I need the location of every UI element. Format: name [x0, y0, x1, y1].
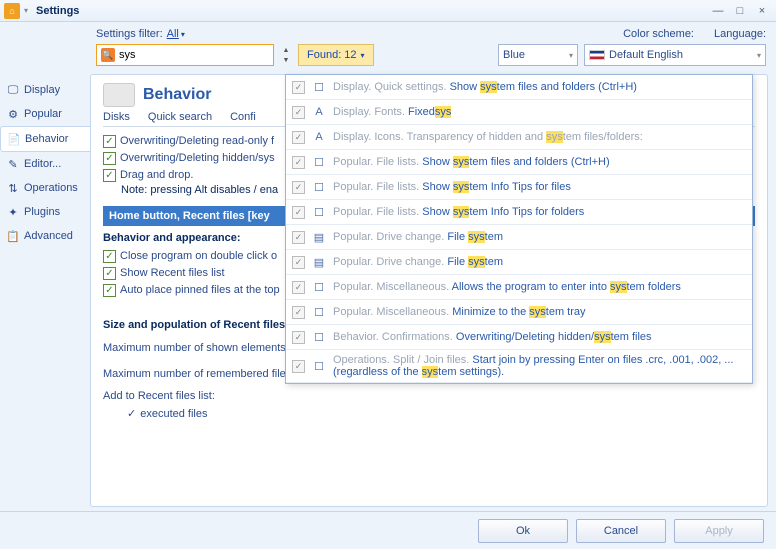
sidebar-item-popular[interactable]: ⚙Popular — [0, 102, 90, 126]
result-checkbox[interactable]: ✓ — [292, 81, 305, 94]
keyboard-icon — [103, 83, 135, 107]
check-label: Drag and drop. — [120, 169, 193, 181]
close-button[interactable]: × — [752, 4, 772, 18]
sidebar-item-advanced[interactable]: 📋Advanced — [0, 224, 90, 248]
result-icon: ☐ — [311, 204, 327, 220]
filter-link[interactable]: All — [167, 28, 179, 40]
sidebar-item-editor[interactable]: ✎Editor... — [0, 152, 90, 176]
search-result-item[interactable]: ✓☐Display. Quick settings. Show system f… — [286, 75, 752, 100]
result-icon: ▤ — [311, 254, 327, 270]
search-input-wrap[interactable]: 🔍 — [96, 44, 274, 66]
result-icon: ☐ — [311, 304, 327, 320]
sidebar-item-plugins[interactable]: ✦Plugins — [0, 200, 90, 224]
checkbox[interactable]: ✓ — [103, 135, 116, 148]
sidebar-icon: ✎ — [6, 157, 20, 171]
title-bar: ⌂ ▾ Settings — □ × — [0, 0, 776, 22]
result-checkbox[interactable]: ✓ — [292, 206, 305, 219]
result-icon: ▤ — [311, 229, 327, 245]
result-icon: ☐ — [311, 79, 327, 95]
checkbox[interactable]: ✓ — [103, 284, 116, 297]
tab-quick search[interactable]: Quick search — [148, 111, 212, 123]
search-results-dropdown: ✓☐Display. Quick settings. Show system f… — [285, 74, 753, 384]
search-result-item[interactable]: ✓☐Popular. Miscellaneous. Minimize to th… — [286, 300, 752, 325]
exec-label: executed files — [140, 408, 207, 420]
footer: Ok Cancel Apply — [0, 511, 776, 549]
sidebar-item-display[interactable]: 🖵Display — [0, 78, 90, 102]
result-icon: ☐ — [311, 358, 327, 374]
spin-down[interactable]: ▼ — [280, 55, 292, 65]
ok-button[interactable]: Ok — [478, 519, 568, 543]
sidebar-icon: 🖵 — [6, 83, 20, 97]
result-icon: ☐ — [311, 279, 327, 295]
search-result-item[interactable]: ✓☐Behavior. Confirmations. Overwriting/D… — [286, 325, 752, 350]
result-checkbox[interactable]: ✓ — [292, 131, 305, 144]
sidebar-icon: 📄 — [7, 132, 21, 146]
minimize-button[interactable]: — — [708, 4, 728, 18]
search-icon: 🔍 — [101, 48, 115, 62]
result-checkbox[interactable]: ✓ — [292, 181, 305, 194]
apply-button[interactable]: Apply — [674, 519, 764, 543]
cancel-button[interactable]: Cancel — [576, 519, 666, 543]
search-input[interactable] — [119, 49, 269, 61]
search-result-item[interactable]: ✓☐Popular. File lists. Show system Info … — [286, 200, 752, 225]
window-title: Settings — [36, 5, 79, 17]
control-row: 🔍 ▲ ▼ Found: 12▾ Blue▾ Default English▾ — [0, 42, 776, 72]
sidebar: 🖵Display⚙Popular📄Behavior✎Editor...⇅Oper… — [0, 74, 90, 507]
result-icon: A — [311, 104, 327, 120]
search-result-item[interactable]: ✓▤Popular. Drive change. File system — [286, 225, 752, 250]
search-result-item[interactable]: ✓☐Popular. Miscellaneous. Allows the pro… — [286, 275, 752, 300]
sidebar-item-operations[interactable]: ⇅Operations — [0, 176, 90, 200]
check-label: Close program on double click o — [120, 250, 277, 262]
search-result-item[interactable]: ✓☐Popular. File lists. Show system files… — [286, 150, 752, 175]
check-label: Overwriting/Deleting hidden/sys — [120, 152, 275, 164]
tab-disks[interactable]: Disks — [103, 111, 130, 123]
result-checkbox[interactable]: ✓ — [292, 331, 305, 344]
filter-label: Settings filter: — [96, 28, 163, 40]
maximize-button[interactable]: □ — [730, 4, 750, 18]
search-result-item[interactable]: ✓▤Popular. Drive change. File system — [286, 250, 752, 275]
sidebar-icon: ⚙ — [6, 107, 20, 121]
color-scheme-combo[interactable]: Blue▾ — [498, 44, 578, 66]
search-result-item[interactable]: ✓ADisplay. Icons. Transparency of hidden… — [286, 125, 752, 150]
found-button[interactable]: Found: 12▾ — [298, 44, 374, 66]
checkbox[interactable]: ✓ — [103, 169, 116, 182]
top-row: Settings filter: All ▾ Color scheme: Lan… — [0, 22, 776, 42]
sidebar-icon: ✦ — [6, 205, 20, 219]
tab-confi[interactable]: Confi — [230, 111, 256, 123]
result-icon: ☐ — [311, 329, 327, 345]
home-icon[interactable]: ⌂ — [4, 3, 20, 19]
language-label: Language: — [714, 28, 766, 40]
result-icon: A — [311, 129, 327, 145]
checkbox[interactable]: ✓ — [103, 250, 116, 263]
add-label: Add to Recent files list: — [103, 387, 755, 405]
result-checkbox[interactable]: ✓ — [292, 256, 305, 269]
result-icon: ☐ — [311, 179, 327, 195]
result-checkbox[interactable]: ✓ — [292, 231, 305, 244]
search-result-item[interactable]: ✓☐Popular. File lists. Show system Info … — [286, 175, 752, 200]
result-checkbox[interactable]: ✓ — [292, 106, 305, 119]
result-checkbox[interactable]: ✓ — [292, 156, 305, 169]
result-checkbox[interactable]: ✓ — [292, 306, 305, 319]
result-checkbox[interactable]: ✓ — [292, 360, 305, 373]
search-result-item[interactable]: ✓ADisplay. Fonts. Fixedsys — [286, 100, 752, 125]
result-checkbox[interactable]: ✓ — [292, 281, 305, 294]
check-label: Show Recent files list — [120, 267, 225, 279]
page-title: Behavior — [143, 86, 211, 104]
sidebar-item-behavior[interactable]: 📄Behavior — [0, 126, 90, 152]
checkbox[interactable]: ✓ — [103, 267, 116, 280]
color-scheme-label: Color scheme: — [623, 28, 694, 40]
language-combo[interactable]: Default English▾ — [584, 44, 766, 66]
check-label: Auto place pinned files at the top — [120, 284, 280, 296]
checkbox[interactable]: ✓ — [103, 152, 116, 165]
search-result-item[interactable]: ✓☐Operations. Split / Join files. Start … — [286, 350, 752, 383]
sidebar-icon: 📋 — [6, 229, 20, 243]
exec-checkbox[interactable]: ✓ — [127, 407, 136, 420]
flag-icon — [589, 50, 605, 60]
check-label: Overwriting/Deleting read-only f — [120, 135, 274, 147]
result-icon: ☐ — [311, 154, 327, 170]
sidebar-icon: ⇅ — [6, 181, 20, 195]
spin-up[interactable]: ▲ — [280, 45, 292, 55]
